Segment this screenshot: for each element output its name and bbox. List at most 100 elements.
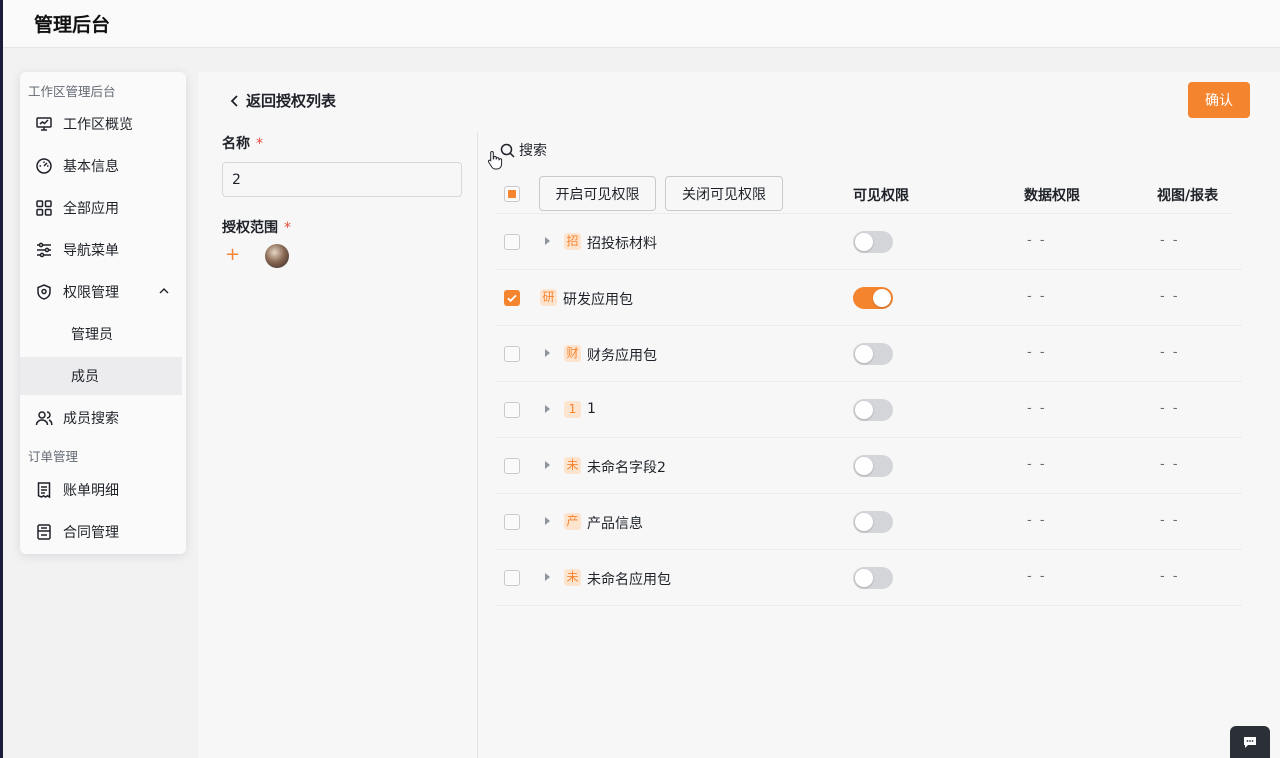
confirm-button[interactable]: 确认 — [1188, 82, 1250, 118]
visibility-toggle[interactable] — [853, 567, 893, 589]
name-field-label: 名称 * — [222, 133, 263, 153]
expand-caret-icon[interactable] — [545, 573, 550, 581]
expand-caret-icon[interactable] — [545, 517, 550, 525]
view-report-value: - - — [1160, 289, 1180, 304]
search-box[interactable]: 搜索 — [500, 140, 547, 160]
sidebar-subitem-members[interactable]: 成员 — [20, 357, 182, 395]
app-badge: 招 — [564, 233, 581, 250]
sidebar-item-permissions[interactable]: 权限管理 — [20, 273, 186, 311]
data-permission-value: - - — [1027, 289, 1047, 304]
dashboard-gauge-icon — [35, 157, 53, 175]
disable-visibility-button[interactable]: 关闭可见权限 — [665, 176, 783, 211]
app-name: 产品信息 — [587, 516, 643, 532]
expand-caret-icon[interactable] — [545, 349, 550, 357]
visibility-toggle[interactable] — [853, 511, 893, 533]
table-row[interactable]: 财 财务应用包 - - - - — [495, 326, 1242, 382]
app-name: 未命名应用包 — [587, 572, 671, 588]
column-header-visibility: 可见权限 — [853, 188, 909, 204]
table-row[interactable]: 1 1 - - - - — [495, 382, 1242, 438]
add-scope-button[interactable]: + — [225, 246, 241, 264]
row-checkbox[interactable] — [504, 514, 520, 530]
sidebar-item-label: 导航菜单 — [63, 243, 119, 259]
visibility-toggle[interactable] — [853, 399, 893, 421]
sidebar-item-label: 工作区概览 — [63, 117, 133, 133]
visibility-toggle[interactable] — [853, 287, 893, 309]
app-name: 财务应用包 — [587, 348, 657, 364]
sidebar-item-nav-menu[interactable]: 导航菜单 — [20, 231, 186, 269]
sidebar-section-workspace: 工作区管理后台 — [28, 84, 116, 99]
back-label: 返回授权列表 — [246, 92, 337, 110]
app-name: 招投标材料 — [587, 236, 657, 252]
data-permission-value: - - — [1027, 345, 1047, 360]
row-checkbox[interactable] — [504, 234, 520, 250]
visibility-toggle[interactable] — [853, 343, 893, 365]
table-row[interactable]: 产 产品信息 - - - - — [495, 494, 1242, 550]
data-permission-value: - - — [1027, 401, 1047, 416]
sidebar-item-all-apps[interactable]: 全部应用 — [20, 189, 186, 227]
sidebar-item-contracts[interactable]: 合同管理 — [20, 513, 186, 551]
app-name: 研发应用包 — [563, 292, 633, 308]
enable-visibility-button[interactable]: 开启可见权限 — [539, 176, 656, 211]
data-permission-value: - - — [1027, 513, 1047, 528]
required-mark: * — [256, 136, 263, 152]
sidebar-item-label: 成员搜索 — [63, 411, 119, 427]
search-label: 搜索 — [519, 143, 547, 159]
sidebar-item-label: 合同管理 — [63, 525, 119, 541]
app-badge: 1 — [564, 401, 581, 418]
scope-label-text: 授权范围 — [222, 220, 278, 236]
app-badge: 未 — [564, 457, 581, 474]
sidebar-item-workspace-overview[interactable]: 工作区概览 — [20, 105, 186, 143]
view-report-value: - - — [1160, 457, 1180, 472]
top-bar: 管理后台 — [3, 0, 1280, 48]
window-edge — [0, 0, 3, 758]
scope-field-label: 授权范围 * — [222, 217, 291, 237]
view-report-value: - - — [1160, 569, 1180, 584]
avatar[interactable] — [265, 244, 289, 268]
required-mark: * — [284, 220, 291, 236]
visibility-toggle[interactable] — [853, 455, 893, 477]
sidebar-subitem-admins[interactable]: 管理员 — [20, 315, 182, 353]
expand-caret-icon[interactable] — [545, 461, 550, 469]
sidebar-item-label: 全部应用 — [63, 201, 119, 217]
table-row[interactable]: 未 未命名应用包 - - - - — [495, 550, 1242, 606]
app-name: 1 — [587, 401, 596, 417]
row-checkbox[interactable] — [504, 570, 520, 586]
table-row[interactable]: 未 未命名字段2 - - - - — [495, 438, 1242, 494]
app-badge: 未 — [564, 569, 581, 586]
row-checkbox[interactable] — [504, 458, 520, 474]
sidebar-section-orders: 订单管理 — [28, 449, 79, 464]
sidebar-item-billing[interactable]: 账单明细 — [20, 471, 186, 509]
view-report-value: - - — [1160, 345, 1180, 360]
name-input[interactable] — [222, 162, 462, 197]
expand-caret-icon[interactable] — [545, 405, 550, 413]
data-permission-value: - - — [1027, 457, 1047, 472]
sidebar-item-label: 权限管理 — [63, 285, 119, 301]
divider — [477, 132, 478, 758]
sidebar-item-member-search[interactable]: 成员搜索 — [20, 399, 186, 437]
row-checkbox[interactable] — [504, 402, 520, 418]
shield-icon — [35, 283, 53, 301]
row-checkbox[interactable] — [504, 346, 520, 362]
view-report-value: - - — [1160, 233, 1180, 248]
app-title: 管理后台 — [34, 14, 111, 36]
app-badge: 产 — [564, 513, 581, 530]
table-row[interactable]: 招 招投标材料 - - - - — [495, 214, 1242, 270]
users-icon — [35, 409, 53, 427]
receipt-icon — [35, 481, 53, 499]
sidebar-item-basic-info[interactable]: 基本信息 — [20, 147, 186, 185]
visibility-toggle[interactable] — [853, 231, 893, 253]
table-header: 开启可见权限 关闭可见权限 可见权限 数据权限 视图/报表 — [495, 174, 1232, 214]
table-row[interactable]: 研 研发应用包 - - - - — [495, 270, 1242, 326]
chat-icon — [1244, 737, 1256, 748]
expand-caret-icon[interactable] — [545, 237, 550, 245]
monitor-icon — [35, 115, 53, 133]
name-label-text: 名称 — [222, 136, 250, 152]
grid-icon — [35, 199, 53, 217]
app-badge: 研 — [540, 289, 557, 306]
column-header-data-permission: 数据权限 — [1024, 188, 1080, 204]
chevron-up-icon[interactable] — [158, 285, 170, 297]
row-checkbox[interactable] — [504, 290, 520, 306]
chat-support-button[interactable] — [1230, 726, 1270, 758]
back-to-list-link[interactable]: 返回授权列表 — [228, 90, 336, 111]
select-all-checkbox[interactable] — [504, 186, 520, 202]
